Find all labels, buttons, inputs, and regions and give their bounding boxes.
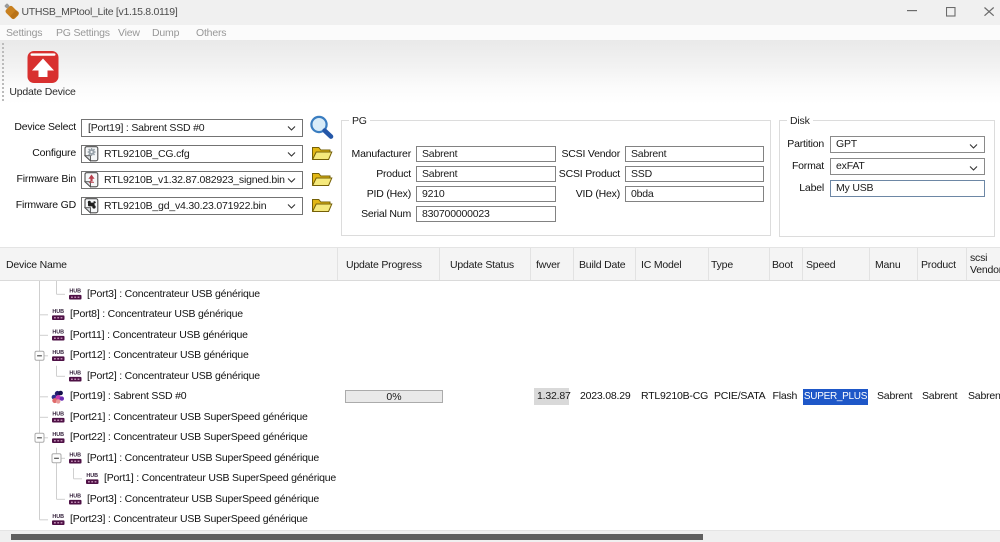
svg-text:HUB: HUB (52, 309, 64, 315)
svg-text:HUB: HUB (69, 453, 81, 459)
svg-text:HUB: HUB (69, 494, 81, 500)
svg-text:HUB: HUB (52, 514, 64, 520)
svg-text:HUB: HUB (69, 371, 81, 377)
svg-text:HUB: HUB (52, 330, 64, 336)
svg-text:HUB: HUB (86, 473, 98, 479)
svg-text:HUB: HUB (52, 412, 64, 418)
svg-text:HUB: HUB (52, 432, 64, 438)
svg-text:HUB: HUB (52, 350, 64, 356)
svg-text:HUB: HUB (69, 289, 81, 295)
